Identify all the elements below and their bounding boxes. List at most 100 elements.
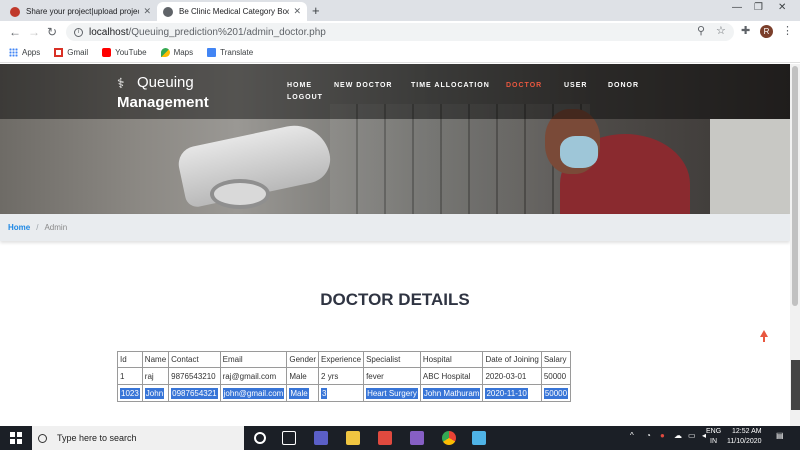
breadcrumb-separator: /	[36, 223, 39, 232]
file-explorer-icon[interactable]	[346, 431, 360, 445]
column-header: Name	[141, 351, 170, 368]
windows-start-icon[interactable]	[10, 432, 22, 444]
table-cell: 2 yrs	[318, 367, 365, 385]
extensions-puzzle-icon[interactable]: ✚	[741, 24, 750, 37]
address-bar[interactable]: i localhost/Queuing_prediction%201/admin…	[66, 23, 734, 41]
cell-text: John	[144, 387, 165, 399]
chrome-icon[interactable]	[442, 431, 456, 445]
table-cell: john@gmail.com	[219, 384, 288, 402]
nav-logout[interactable]: LOGOUT	[287, 94, 323, 101]
nav-donor[interactable]: DONOR	[608, 82, 639, 89]
table-row: 1 raj 9876543210 raj@gmail.com Male 2 yr…	[117, 367, 572, 385]
site-favicon-icon	[10, 6, 20, 17]
bookmark-youtube[interactable]: YouTube	[102, 48, 147, 57]
breadcrumb-home-link[interactable]: Home	[8, 223, 30, 232]
column-header: Specialist	[363, 351, 421, 368]
back-arrow-icon[interactable]: ←	[9, 25, 21, 39]
apps-icon	[9, 48, 18, 57]
url-host: localhost	[89, 26, 129, 38]
page-title: DOCTOR DETAILS	[320, 290, 470, 309]
table-cell: 50000	[540, 367, 572, 385]
chrome-menu-icon[interactable]: ⋮	[782, 24, 793, 37]
table-cell: John Mathuram	[419, 384, 484, 402]
notification-center-icon[interactable]: ▤	[776, 431, 784, 440]
language-secondary[interactable]: IN	[710, 438, 717, 445]
new-tab-plus-icon[interactable]: +	[312, 3, 320, 18]
network-icon[interactable]: ◔	[646, 431, 651, 440]
table-cell: Heart Surgery	[363, 384, 421, 402]
cell-text: 0987654321	[171, 387, 218, 399]
table-cell: Male	[286, 367, 320, 385]
column-header: Contact	[168, 351, 221, 368]
tab-close-icon[interactable]: ✕	[143, 6, 151, 17]
nav-time-allocation[interactable]: TIME ALLOCATION	[411, 82, 490, 89]
cortana-icon[interactable]	[254, 432, 266, 444]
forward-arrow-icon[interactable]: →	[28, 25, 40, 39]
column-header: Id	[117, 351, 143, 368]
column-header: Date of Joining	[482, 351, 542, 368]
table-header-row: Id Name Contact Email Gender Experience …	[117, 351, 572, 368]
language-primary[interactable]: ENG	[706, 428, 721, 435]
bookmarks-bar: Apps Gmail YouTube Maps Translate	[0, 43, 800, 63]
browser-toolbar: ← → ↻ i localhost/Queuing_prediction%201…	[0, 21, 800, 43]
table-cell: raj	[141, 367, 170, 385]
browser-tab-clinic[interactable]: Be Clinic Medical Category Boots ✕	[157, 2, 307, 21]
brand-line-2: Management	[117, 94, 209, 111]
bookmark-maps[interactable]: Maps	[160, 48, 194, 57]
profile-avatar[interactable]: R	[760, 25, 773, 38]
notepad-icon[interactable]	[472, 431, 486, 445]
bookmark-star-icon[interactable]: ☆	[716, 24, 726, 37]
task-view-icon[interactable]	[282, 431, 296, 445]
table-cell: 0987654321	[168, 384, 221, 402]
cell-text: 50000	[543, 387, 569, 399]
browser-tab-upload[interactable]: Share your project|upload projec ✕	[4, 2, 157, 21]
window-close-icon[interactable]: ✕	[778, 2, 786, 13]
table-cell: 50000	[540, 384, 572, 402]
search-placeholder: Type here to search	[57, 433, 137, 443]
cell-text: 2020-11-10	[485, 387, 528, 399]
antivirus-icon[interactable]: ●	[660, 431, 665, 440]
anydesk-icon[interactable]	[378, 431, 392, 445]
reload-icon[interactable]: ↻	[47, 25, 57, 39]
teams-icon[interactable]	[314, 431, 328, 445]
column-header: Salary	[540, 351, 572, 368]
tab-close-icon[interactable]: ✕	[293, 6, 301, 17]
table-cell: John	[141, 384, 170, 402]
column-header: Email	[219, 351, 288, 368]
zoom-search-icon[interactable]: ⚲	[697, 24, 705, 37]
maps-icon	[160, 48, 170, 57]
battery-icon[interactable]: ▭	[688, 431, 696, 440]
cell-text: Male	[289, 387, 309, 399]
nav-new-doctor[interactable]: NEW DOCTOR	[334, 82, 392, 89]
bookmark-translate[interactable]: Translate	[207, 48, 253, 57]
cloud-icon[interactable]: ☁	[674, 431, 682, 440]
table-cell: 1	[117, 367, 143, 385]
web-page: ⚕ Queuing Management HOME NEW DOCTOR TIM…	[0, 64, 790, 426]
restore-icon[interactable]: ❐	[754, 2, 763, 13]
back-to-top-arrow-stem[interactable]	[763, 336, 765, 342]
nav-user[interactable]: USER	[564, 82, 587, 89]
screencast-side-badge[interactable]	[791, 360, 800, 410]
bookmark-gmail[interactable]: Gmail	[54, 48, 88, 57]
scrollbar-thumb[interactable]	[792, 66, 798, 306]
cell-text: 1023	[120, 387, 140, 399]
clock-date[interactable]: 11/10/2020	[727, 438, 762, 445]
tray-overflow-icon[interactable]: ^	[630, 431, 634, 440]
globe-icon	[163, 6, 173, 17]
table-cell: Male	[286, 384, 320, 402]
visual-studio-icon[interactable]	[410, 431, 424, 445]
nav-home[interactable]: HOME	[287, 82, 312, 89]
table-cell: 1023	[117, 384, 143, 402]
bookmark-apps[interactable]: Apps	[9, 48, 40, 57]
translate-icon	[207, 48, 217, 57]
taskbar-search-input[interactable]: Type here to search	[32, 426, 244, 450]
bookmark-label: Apps	[22, 48, 41, 57]
dental-lamp-lens	[210, 179, 270, 209]
minimize-icon[interactable]: —	[732, 2, 742, 13]
site-info-icon[interactable]: i	[74, 27, 83, 37]
nav-doctor[interactable]: DOCTOR	[506, 82, 542, 89]
clock-time[interactable]: 12:52 AM	[732, 428, 762, 435]
bookmark-label: Maps	[173, 48, 194, 57]
column-header: Hospital	[419, 351, 484, 368]
search-icon	[38, 433, 47, 443]
